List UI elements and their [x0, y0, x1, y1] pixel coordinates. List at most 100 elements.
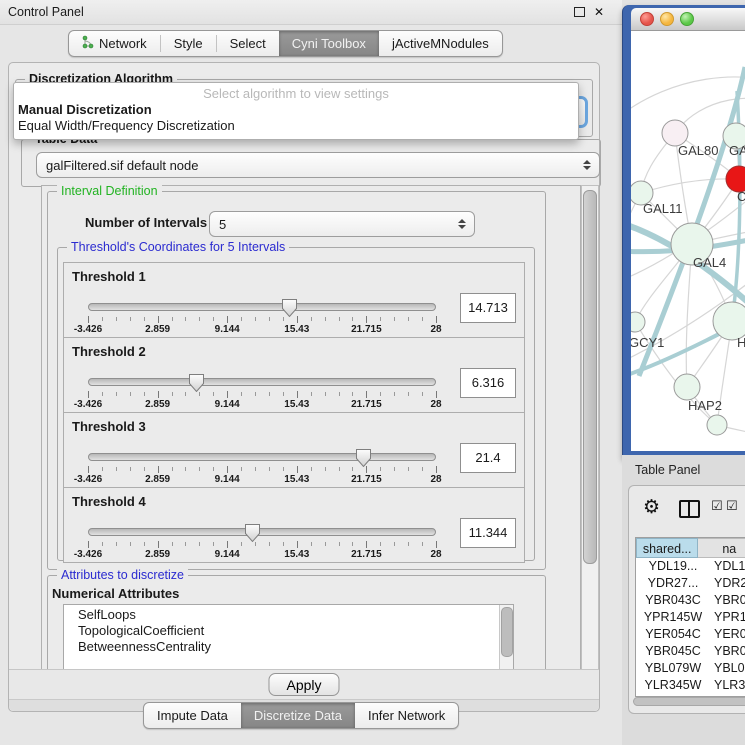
gear-icon[interactable]: ⚙ [643, 496, 660, 519]
tab-jactivemnodules[interactable]: jActiveMNodules [379, 31, 502, 56]
tab-network[interactable]: Network [69, 31, 160, 56]
tick-mark [102, 392, 103, 396]
tab-cyni-toolbox[interactable]: Cyni Toolbox [279, 31, 379, 56]
network-node[interactable] [707, 415, 727, 435]
tick-mark [408, 392, 409, 396]
panel-title: Control Panel [0, 5, 84, 19]
close-icon[interactable]: ✕ [594, 7, 604, 17]
checkbox-icon[interactable]: ☑ [726, 498, 738, 514]
tab-select[interactable]: Select [217, 31, 279, 56]
threshold-slider[interactable]: -3.4262.8599.14415.4321.71528 [88, 524, 436, 558]
tick-label: 2.859 [145, 549, 170, 560]
cell-name[interactable]: YDL1 [710, 558, 745, 575]
split-view-icon[interactable] [679, 500, 700, 518]
tick-mark [213, 317, 214, 321]
algorithm-option[interactable]: Equal Width/Frequency Discretization [18, 118, 235, 133]
attribute-item[interactable]: SelfLoops [78, 607, 513, 623]
cell-shared-name[interactable]: YBR043C [636, 592, 710, 609]
slider-handle[interactable] [245, 524, 260, 542]
slider-handle[interactable] [356, 449, 371, 467]
tab-style[interactable]: Style [161, 31, 216, 56]
cell-name[interactable]: YBR0 [710, 592, 745, 609]
threshold-value-field[interactable]: 14.713 [460, 293, 516, 323]
cell-shared-name[interactable]: YPR145W [636, 609, 710, 626]
cell-shared-name[interactable]: YDL19... [636, 558, 710, 575]
network-edge[interactable] [641, 179, 739, 193]
close-traffic-light[interactable] [640, 12, 654, 26]
threshold-value-field[interactable]: 6.316 [460, 368, 516, 398]
tick-mark [380, 467, 381, 471]
table-row[interactable]: YPR145W YPR1 [636, 609, 745, 626]
zoom-traffic-light[interactable] [680, 12, 694, 26]
number-of-intervals-combo[interactable]: 5 [209, 211, 475, 237]
attribute-item[interactable]: BetweennessCentrality [78, 639, 513, 655]
column-header[interactable]: shared... [636, 538, 698, 558]
tab-discretize-data[interactable]: Discretize Data [241, 703, 355, 728]
cell-name[interactable]: YBR0 [710, 643, 745, 660]
minimize-traffic-light[interactable] [660, 12, 674, 26]
tick-label: 28 [430, 324, 441, 335]
threshold-slider[interactable]: -3.4262.8599.14415.4321.71528 [88, 449, 436, 483]
panel-scrollbar-thumb[interactable] [583, 190, 597, 564]
tick-mark [199, 392, 200, 396]
control-panel-window: Control Panel ✕ NetworkStyleSelectCyni T… [0, 0, 622, 745]
cell-shared-name[interactable]: YER054C [636, 626, 710, 643]
network-node[interactable] [674, 374, 700, 400]
cell-name[interactable]: YER0 [710, 626, 745, 643]
table-row[interactable]: YBR045C YBR0 [636, 643, 745, 660]
node-label: H [737, 335, 745, 350]
cell-shared-name[interactable]: YLR345W [636, 677, 710, 694]
table-row[interactable]: YER054C YER0 [636, 626, 745, 643]
slider-track[interactable] [88, 528, 436, 536]
column-header[interactable]: na [698, 538, 745, 558]
table-data-combo[interactable]: galFiltered.sif default node [36, 152, 600, 178]
table-row[interactable]: YDL19... YDL1 [636, 558, 745, 575]
list-scrollbar-thumb[interactable] [501, 607, 513, 657]
network-window-titlebar[interactable] [631, 8, 745, 31]
cell-name[interactable]: YDR2 [710, 575, 745, 592]
tick-label: 9.144 [215, 549, 240, 560]
apply-button[interactable]: Apply [268, 673, 339, 696]
network-edge[interactable] [631, 77, 745, 115]
cell-name[interactable]: YPR1 [710, 609, 745, 626]
cell-shared-name[interactable]: YBL079W [636, 660, 710, 677]
attribute-item[interactable]: TopologicalCoefficient [78, 623, 513, 639]
threshold-slider[interactable]: -3.4262.8599.14415.4321.71528 [88, 374, 436, 408]
cell-shared-name[interactable]: YDR27... [636, 575, 710, 592]
table-row[interactable]: YLR345W YLR3 [636, 677, 745, 694]
network-node[interactable] [631, 312, 645, 332]
float-window-icon[interactable] [574, 7, 585, 17]
tick-mark [394, 317, 395, 321]
cell-name[interactable]: YLR3 [710, 677, 745, 694]
tick-mark [213, 392, 214, 396]
slider-handle[interactable] [189, 374, 204, 392]
table-row[interactable]: YBL079W YBL0 [636, 660, 745, 677]
threshold-slider[interactable]: -3.4262.8599.14415.4321.71528 [88, 299, 436, 333]
panel-scrollbar[interactable] [581, 185, 599, 671]
numerical-attributes-list[interactable]: SelfLoopsTopologicalCoefficientBetweenne… [63, 604, 514, 672]
algorithm-option[interactable]: Manual Discretization [18, 102, 152, 117]
cell-shared-name[interactable]: YBR045C [636, 643, 710, 660]
slider-handle[interactable] [282, 299, 297, 317]
slider-track[interactable] [88, 453, 436, 461]
table-row[interactable]: YBR043C YBR0 [636, 592, 745, 609]
tick-mark [144, 392, 145, 396]
attributes-group: Attributes to discretize Numerical Attri… [47, 575, 546, 672]
tab-impute-data[interactable]: Impute Data [144, 703, 241, 728]
tick-mark [241, 542, 242, 546]
table-hscrollbar-thumb[interactable] [633, 697, 745, 706]
tick-mark [130, 317, 131, 321]
threshold-value-field[interactable]: 21.4 [460, 443, 516, 473]
slider-track[interactable] [88, 303, 436, 311]
tick-mark [199, 467, 200, 471]
group-title-interval-definition: Interval Definition [57, 184, 162, 198]
threshold-value-field[interactable]: 11.344 [460, 518, 516, 548]
network-canvas[interactable]: GAL80GACGAL11GAL4GCY1HHAP2 [631, 31, 745, 451]
slider-track[interactable] [88, 378, 436, 386]
tab-infer-network[interactable]: Infer Network [355, 703, 458, 728]
cell-name[interactable]: YBL0 [710, 660, 745, 677]
list-scrollbar[interactable] [499, 605, 513, 671]
table-hscrollbar[interactable] [633, 697, 745, 706]
table-row[interactable]: YDR27... YDR2 [636, 575, 745, 592]
checkbox-icon[interactable]: ☑ [711, 498, 723, 514]
